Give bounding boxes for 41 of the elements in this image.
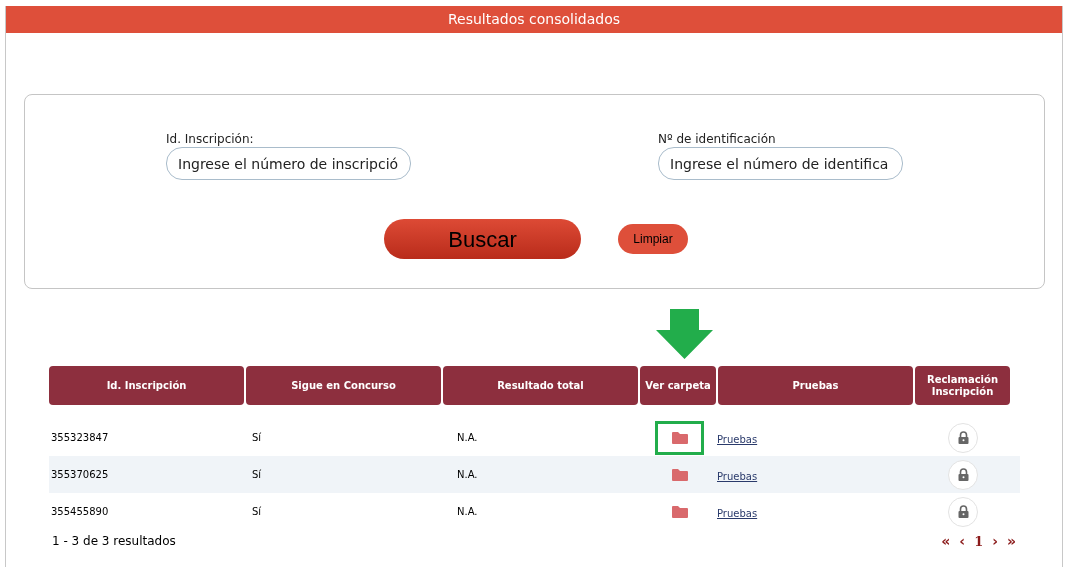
tests-link[interactable]: Pruebas xyxy=(717,507,758,519)
column-header: Pruebas xyxy=(718,366,913,405)
table-cell-text: N.A. xyxy=(456,468,479,482)
input-field[interactable]: Ingrese el número de identifica xyxy=(658,147,903,180)
table-cell-text: N.A. xyxy=(456,505,479,519)
table-cell-text: Sí xyxy=(251,505,263,519)
down-arrow-icon xyxy=(656,309,713,359)
column-header: Resultado total xyxy=(443,366,638,405)
folder-icon[interactable] xyxy=(670,467,689,482)
column-header: Reclamación Inscripción xyxy=(915,366,1010,405)
column-header: Ver carpeta xyxy=(640,366,716,405)
input-field[interactable]: Ingrese el número de inscripció xyxy=(166,147,411,180)
clear-button[interactable]: Limpiar xyxy=(618,224,688,254)
column-header: Sigue en Concurso xyxy=(246,366,441,405)
field-label: Id. Inscripción: xyxy=(166,132,255,146)
lock-icon xyxy=(957,468,969,481)
lock-icon xyxy=(957,505,969,518)
lock-icon xyxy=(957,431,969,444)
lock-button[interactable] xyxy=(948,422,978,453)
page-nav-button[interactable]: ‹ xyxy=(959,534,966,548)
tests-link[interactable]: Pruebas xyxy=(717,470,758,482)
table-cell-text: 355370625 xyxy=(50,468,110,482)
search-button[interactable]: Buscar xyxy=(384,219,581,259)
table-cell-text: Sí xyxy=(251,431,263,445)
tests-link[interactable]: Pruebas xyxy=(717,433,758,445)
table-cell-text: N.A. xyxy=(456,431,479,445)
page-nav-button[interactable]: » xyxy=(1006,534,1016,548)
results-summary: 1 - 3 de 3 resultados xyxy=(51,533,176,550)
page-button[interactable]: 1 xyxy=(974,534,984,548)
column-header: Id. Inscripción xyxy=(49,366,244,405)
table-cell-text: 355455890 xyxy=(50,505,110,519)
page-title: Resultados consolidados xyxy=(6,6,1062,33)
table-cell-text: 355323847 xyxy=(50,431,110,445)
folder-icon[interactable] xyxy=(670,504,689,519)
field-label: Nº de identificación xyxy=(658,132,777,146)
table-cell-text: Sí xyxy=(251,468,263,482)
lock-button[interactable] xyxy=(948,496,978,527)
folder-icon[interactable] xyxy=(670,430,689,445)
lock-button[interactable] xyxy=(948,459,978,490)
page-nav-button[interactable]: › xyxy=(992,534,998,548)
page-nav-button[interactable]: « xyxy=(941,534,951,548)
